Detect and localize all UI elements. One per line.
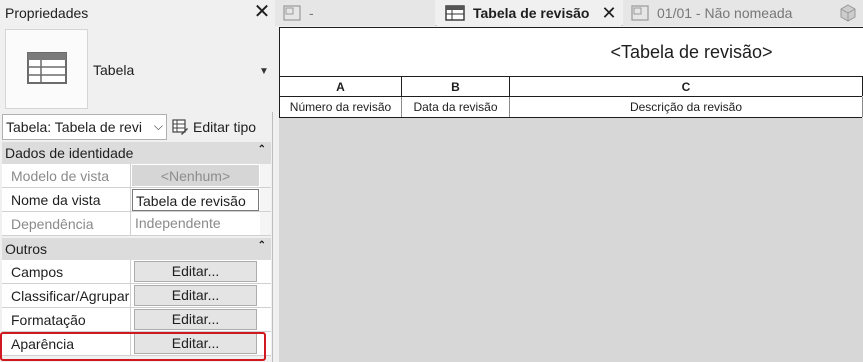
view-tab-bar: - Tabela de revisão ✕ 01/01 - Não nomead… xyxy=(275,0,863,26)
fields-edit-button[interactable]: Editar... xyxy=(134,261,257,282)
property-label: Dependência xyxy=(2,212,131,235)
edit-type-label: Editar tipo xyxy=(193,119,257,135)
tab-3d-view[interactable] xyxy=(835,0,863,26)
property-row-sort-group: Classificar/Agrupar Editar... xyxy=(2,284,271,308)
column-header-revision-description[interactable]: Descrição da revisão xyxy=(510,97,863,117)
sheet-icon xyxy=(631,5,649,21)
type-dropdown-caret-icon[interactable]: ▼ xyxy=(259,66,269,77)
property-label: Campos xyxy=(2,260,131,283)
instance-type-value: Tabela: Tabela de revi xyxy=(6,119,142,135)
view-name-input[interactable]: Tabela de revisão xyxy=(132,189,259,211)
instance-type-select[interactable]: Tabela: Tabela de revi ⌵ xyxy=(2,114,167,140)
table-thumbnail-icon xyxy=(5,29,88,109)
sort-group-edit-button[interactable]: Editar... xyxy=(134,285,257,306)
close-tab-icon[interactable]: ✕ xyxy=(601,3,616,24)
type-name: Tabela xyxy=(93,62,135,78)
collapse-icon[interactable]: ⌃ xyxy=(258,240,266,251)
sheet-icon xyxy=(283,5,301,21)
property-row-fields: Campos Editar... xyxy=(2,260,271,284)
tab-revision-schedule[interactable]: Tabela de revisão ✕ xyxy=(437,0,621,26)
property-label: Classificar/Agrupar xyxy=(2,284,131,307)
column-header-revision-number[interactable]: Número da revisão xyxy=(280,97,402,117)
column-letter-c[interactable]: C xyxy=(510,77,863,96)
3d-cube-icon xyxy=(840,4,856,22)
tab-label: - xyxy=(309,5,314,21)
property-row-appearance: Aparência Editar... xyxy=(2,332,271,356)
schedule-view[interactable]: <Tabela de revisão> A B C Número da revi… xyxy=(279,27,863,362)
dependency-value: Independente xyxy=(135,215,221,231)
view-template-button[interactable]: <Nenhum> xyxy=(132,165,259,186)
type-selector-box[interactable]: Tabela ▼ xyxy=(0,26,273,112)
property-label: Aparência xyxy=(2,332,131,355)
properties-palette: Propriedades ✕ Tabela ▼ Tabela: Tabela d… xyxy=(0,0,273,362)
property-row-formatting: Formatação Editar... xyxy=(2,308,271,332)
column-letter-a[interactable]: A xyxy=(280,77,402,96)
tab-sheet[interactable]: - xyxy=(275,0,435,26)
property-label: Modelo de vista xyxy=(2,164,131,187)
chevron-down-icon: ⌵ xyxy=(153,119,163,133)
appearance-edit-button[interactable]: Editar... xyxy=(134,333,257,354)
section-other[interactable]: Outros ⌃ xyxy=(2,238,271,260)
section-identity-data[interactable]: Dados de identidade ⌃ xyxy=(2,142,271,164)
tab-label: Tabela de revisão xyxy=(473,5,590,21)
section-title: Outros xyxy=(5,241,48,257)
tab-label: 01/01 - Não nomeada xyxy=(657,5,793,21)
property-row-dependency: Dependência Independente xyxy=(2,212,271,236)
close-icon[interactable]: ✕ xyxy=(252,1,272,23)
schedule-column-headers: Número da revisão Data da revisão Descri… xyxy=(279,97,863,118)
formatting-edit-button[interactable]: Editar... xyxy=(134,309,257,330)
tab-sheet-unnamed[interactable]: 01/01 - Não nomeada xyxy=(623,0,835,26)
property-row-view-template: Modelo de vista <Nenhum> xyxy=(2,164,271,188)
table-icon xyxy=(445,5,465,21)
properties-header: Propriedades ✕ xyxy=(0,0,273,26)
column-letter-b[interactable]: B xyxy=(402,77,510,96)
column-header-revision-date[interactable]: Data da revisão xyxy=(402,97,510,117)
edit-type-button[interactable]: Editar tipo xyxy=(172,116,256,138)
schedule-column-letters: A B C xyxy=(279,77,863,97)
section-title: Dados de identidade xyxy=(5,145,134,161)
schedule-title[interactable]: <Tabela de revisão> xyxy=(279,27,863,77)
property-label: Nome da vista xyxy=(2,188,131,211)
edit-type-icon xyxy=(172,119,188,135)
property-row-view-name: Nome da vista Tabela de revisão xyxy=(2,188,271,212)
property-label: Formatação xyxy=(2,308,131,331)
collapse-icon[interactable]: ⌃ xyxy=(258,144,266,155)
properties-title: Propriedades xyxy=(5,5,89,21)
